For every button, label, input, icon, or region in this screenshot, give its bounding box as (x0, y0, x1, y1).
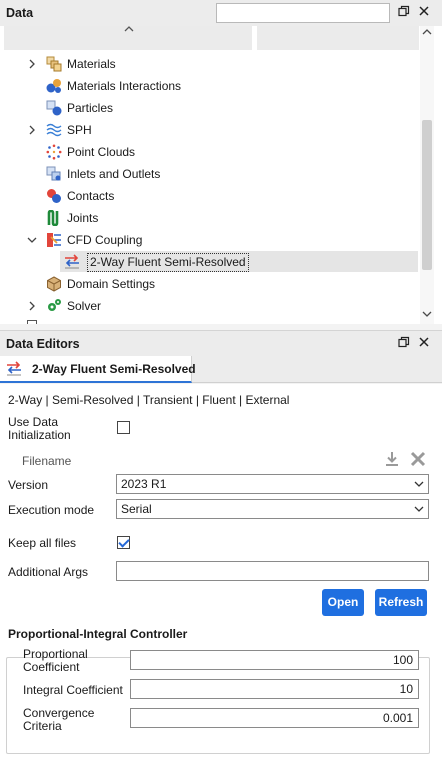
cfd-coupling-icon (47, 233, 61, 247)
tree-item-label: Inlets and Outlets (67, 167, 161, 181)
tree-item-label: SPH (67, 123, 92, 137)
tree-item-joints[interactable]: Joints (0, 207, 420, 229)
tree-column-header[interactable] (4, 26, 252, 50)
proportional-coefficient-input[interactable]: 100 (130, 650, 419, 670)
tab-label: 2-Way Fluent Semi-Resolved (32, 362, 196, 376)
use-data-init-checkbox[interactable] (117, 421, 130, 434)
additional-args-input[interactable] (116, 561, 429, 581)
tree-item-label: Solver (67, 299, 102, 313)
filename-label: Filename (22, 454, 72, 468)
execution-mode-select[interactable]: Serial (116, 499, 429, 519)
contacts-icon (47, 189, 61, 203)
keep-all-files-checkbox[interactable] (117, 536, 130, 549)
tree-item-solver[interactable]: Solver (0, 295, 420, 317)
tree-item-label: Materials Interactions (67, 79, 182, 93)
download-icon[interactable] (383, 450, 401, 468)
data-search-input[interactable] (216, 3, 390, 23)
scroll-down-icon[interactable] (420, 310, 434, 320)
tree-item-cfd-coupling[interactable]: CFD Coupling (0, 229, 420, 251)
editor-form: 2-Way | Semi-Resolved | Transient | Flue… (0, 384, 442, 763)
editor-tab-bar: 2-Way Fluent Semi-Resolved (0, 356, 442, 383)
chevron-down-icon (414, 475, 424, 500)
tree-item-2way-fluent-semi-resolved[interactable]: 2-Way Fluent Semi-Resolved (0, 251, 420, 273)
fluent-coupling-icon (65, 254, 79, 269)
tree-item-label: 2-Way Fluent Semi-Resolved (87, 253, 249, 272)
integral-coefficient-label: Integral Coefficient (23, 683, 123, 697)
point-cloud-icon (46, 144, 62, 160)
use-data-init-label-line2: Initialization (8, 428, 71, 442)
solver-gears-icon (48, 299, 61, 311)
execution-mode-label: Execution mode (8, 503, 95, 517)
tree-column-header-2[interactable] (257, 26, 419, 50)
chevron-right-icon[interactable] (27, 53, 37, 75)
tree-item-point-clouds[interactable]: Point Clouds (0, 141, 420, 163)
joints-icon (47, 210, 59, 226)
tree-item-materials[interactable]: Materials (0, 53, 420, 75)
open-button[interactable]: Open (322, 589, 364, 616)
tree-item-label: Contacts (67, 189, 115, 203)
particles-icon (46, 100, 62, 116)
sort-up-icon (124, 26, 134, 32)
integral-coefficient-input[interactable]: 10 (130, 679, 419, 699)
convergence-label-line2: Criteria (23, 719, 62, 733)
keep-all-files-label: Keep all files (8, 536, 77, 550)
tree-item-sph[interactable]: SPH (0, 119, 420, 141)
data-editors-title: Data Editors (6, 336, 80, 351)
materials-interactions-icon (46, 79, 61, 93)
inlets-outlets-icon (46, 166, 61, 181)
proportional-label-line2: Coefficient (23, 660, 80, 674)
chevron-right-icon[interactable] (27, 295, 37, 317)
tree-item-domain-settings[interactable]: Domain Settings (0, 273, 420, 295)
additional-args-label: Additional Args (8, 565, 89, 579)
scrollbar-thumb[interactable] (422, 120, 432, 270)
use-data-init-label-line1: Use Data (8, 415, 59, 429)
tree-item-label: Domain Settings (67, 277, 156, 291)
tree-item-inlets-outlets[interactable]: Inlets and Outlets (0, 163, 420, 185)
scroll-up-icon[interactable] (420, 28, 434, 38)
version-label: Version (8, 478, 49, 492)
data-editors-header: Data Editors (0, 330, 442, 356)
editor-summary: 2-Way | Semi-Resolved | Transient | Flue… (8, 393, 290, 407)
materials-icon (46, 56, 62, 72)
execution-mode-value: Serial (121, 502, 152, 516)
close-panel-icon[interactable] (416, 5, 432, 21)
restore-window-icon[interactable] (396, 336, 412, 352)
chevron-right-icon[interactable] (27, 119, 37, 141)
tree-item-label: Particles (67, 101, 114, 115)
tree-item-particles[interactable]: Particles (0, 97, 420, 119)
tree-item-label: Joints (67, 211, 99, 225)
data-panel-title: Data (6, 6, 34, 20)
version-select[interactable]: 2023 R1 (116, 474, 429, 494)
restore-window-icon[interactable] (396, 5, 412, 21)
sph-wave-icon (46, 123, 62, 137)
proportional-label-line1: Proportional (23, 647, 88, 661)
chevron-down-icon (414, 500, 424, 525)
tree-item-label: Materials (67, 57, 116, 71)
tree-vertical-scrollbar[interactable] (420, 26, 434, 324)
version-value: 2023 R1 (121, 477, 167, 491)
tree-item-contacts[interactable]: Contacts (0, 185, 420, 207)
clear-icon[interactable] (409, 450, 427, 468)
refresh-button[interactable]: Refresh (375, 589, 427, 616)
convergence-label-line1: Convergence (23, 706, 95, 720)
tree-item-materials-interactions[interactable]: Materials Interactions (0, 75, 420, 97)
tab-2way-fluent-semi-resolved[interactable]: 2-Way Fluent Semi-Resolved (0, 356, 196, 383)
pi-controller-title: Proportional-Integral Controller (8, 627, 188, 641)
tree-item-label: CFD Coupling (67, 233, 143, 247)
chevron-down-icon[interactable] (27, 229, 37, 251)
domain-settings-icon (47, 276, 61, 292)
data-panel-header: Data (0, 0, 442, 26)
close-panel-icon[interactable] (416, 336, 432, 352)
fluent-coupling-icon (7, 361, 21, 376)
partial-row-icon (27, 320, 37, 324)
convergence-criteria-input[interactable]: 0.001 (130, 708, 419, 728)
data-tree: Materials Materials Interactions Particl… (0, 26, 442, 324)
tree-item-label: Point Clouds (67, 145, 136, 159)
